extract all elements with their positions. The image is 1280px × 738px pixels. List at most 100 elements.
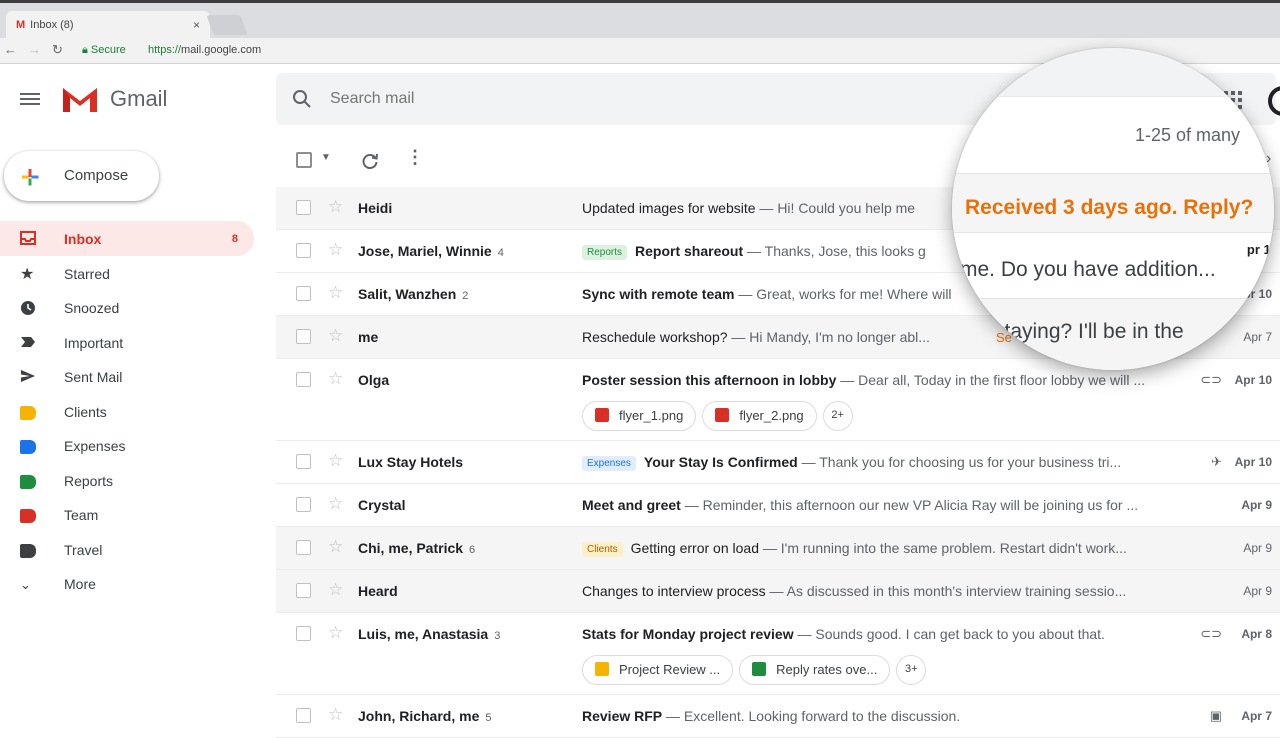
sidebar-item-expenses[interactable]: Expenses: [0, 428, 254, 463]
attachment-chip[interactable]: flyer_1.png: [582, 401, 697, 431]
sidebar-item-starred[interactable]: ★ Starred: [0, 256, 254, 291]
email-row[interactable]: ☆ Lux Stay Hotels Expenses Your Stay Is Con…: [276, 441, 1280, 484]
row-checkbox[interactable]: [296, 243, 311, 258]
reload-icon[interactable]: ↻: [52, 42, 63, 58]
browser-tabstrip: M Inbox (8) ×: [0, 0, 1280, 41]
star-icon[interactable]: ☆: [328, 623, 343, 643]
gmail-logo-icon[interactable]: [60, 84, 100, 114]
magnified-pagination: 1-25 of many: [1135, 125, 1241, 145]
sidebar-item-team[interactable]: Team: [0, 497, 254, 532]
sender-names: Chi, me, Patrick: [358, 540, 464, 556]
sidebar-item-label: Travel: [64, 541, 103, 558]
label-icon: [20, 405, 36, 420]
label-chip[interactable]: Expenses: [582, 456, 636, 471]
select-dropdown-icon[interactable]: ▼: [321, 152, 331, 163]
row-checkbox[interactable]: [296, 454, 311, 469]
label-icon: [20, 440, 36, 454]
sidebar-item-snoozed[interactable]: Snoozed: [0, 290, 254, 325]
new-tab-button[interactable]: [206, 15, 248, 35]
select-all-checkbox[interactable]: [296, 152, 312, 168]
row-checkbox[interactable]: [296, 583, 311, 598]
subject-line: Expenses Your Stay Is Confirmed — Thank y…: [582, 454, 1202, 471]
sender: Chi, me, Patrick 6: [358, 540, 558, 556]
email-row[interactable]: ☆ Luis, me, Anastasia 3 Stats for Monday pr…: [276, 613, 1280, 695]
more-attachments-chip[interactable]: 2+: [822, 401, 853, 431]
subject: Poster session this afternoon in lobby: [582, 372, 837, 388]
sidebar-item-clients[interactable]: Clients: [0, 394, 254, 429]
sidebar-item-reports[interactable]: Reports: [0, 463, 254, 498]
reply-nudge[interactable]: Received 3 days ago. Reply?: [965, 196, 1253, 220]
subject: Review RFP: [582, 708, 663, 724]
row-checkbox[interactable]: [296, 329, 311, 344]
magnified-snippet: staying? I'll be in the: [994, 320, 1184, 343]
sender: Olga: [358, 372, 558, 388]
attachment-chip[interactable]: Project Review ...: [582, 655, 734, 685]
star-icon[interactable]: ☆: [328, 326, 343, 346]
attachment-chip[interactable]: Reply rates ove...: [739, 655, 891, 685]
compose-button[interactable]: Compose: [4, 151, 159, 201]
sidebar-item-more[interactable]: ⌄ More: [0, 566, 254, 601]
star-icon[interactable]: ☆: [328, 705, 343, 725]
magnified-snippet: me. Do you have addition...: [960, 258, 1216, 281]
email-row[interactable]: ☆ Olga Poster session this afternoon in lo…: [276, 359, 1280, 441]
more-attachments-chip[interactable]: 3+: [896, 655, 927, 685]
sidebar-item-travel[interactable]: Travel: [0, 532, 254, 567]
more-options-icon[interactable]: ⋮: [406, 148, 424, 166]
forward-icon[interactable]: →: [28, 42, 41, 57]
sidebar-item-inbox[interactable]: Inbox 8: [0, 221, 254, 256]
received-date: Apr 10: [1234, 455, 1272, 469]
search-input[interactable]: [330, 87, 930, 111]
email-row[interactable]: ☆ Heard Changes to interview process — As …: [276, 570, 1280, 613]
row-checkbox[interactable]: [296, 372, 311, 387]
sidebar-nav: Inbox 8 ★ Starred Snoozed Important Sent Mail C…: [0, 221, 270, 601]
row-checkbox[interactable]: [296, 708, 311, 723]
attachment-chip[interactable]: flyer_2.png: [702, 401, 817, 431]
tab-title: Inbox (8): [30, 19, 74, 31]
email-row[interactable]: ☆ Chi, me, Patrick 6 Clients Getting error o…: [276, 527, 1280, 570]
star-icon[interactable]: ☆: [328, 494, 343, 514]
compose-label: Compose: [64, 167, 129, 184]
sender: John, Richard, me 5: [358, 708, 558, 724]
sender: Jose, Mariel, Winnie 4: [358, 243, 558, 259]
close-tab-icon[interactable]: ×: [193, 18, 200, 32]
star-icon[interactable]: ☆: [328, 537, 343, 557]
snippet: — Thanks, Jose, this looks g: [743, 243, 926, 259]
sidebar-item-label: More: [64, 576, 96, 592]
snippet: — Reminder, this afternoon our new VP Al…: [680, 497, 1139, 513]
sidebar-item-sent-mail[interactable]: Sent Mail: [0, 359, 254, 394]
back-icon[interactable]: ←: [4, 42, 17, 57]
url-field[interactable]: https://mail.google.com: [148, 44, 261, 56]
label-chip[interactable]: Reports: [582, 245, 628, 260]
star-icon[interactable]: ☆: [328, 580, 343, 600]
row-checkbox[interactable]: [296, 540, 311, 555]
search-icon[interactable]: [292, 89, 312, 109]
sender-names: Heidi: [358, 200, 393, 216]
star-icon[interactable]: ☆: [328, 240, 343, 260]
refresh-icon[interactable]: [361, 152, 379, 170]
url-host: mail.google.com: [181, 44, 262, 56]
sidebar-item-label: Important: [64, 334, 124, 351]
attachment-name: flyer_2.png: [739, 408, 804, 423]
star-icon[interactable]: ☆: [328, 451, 343, 471]
email-row[interactable]: ☆ Crystal Meet and greet — Reminder, this …: [276, 484, 1280, 527]
star-icon[interactable]: ☆: [328, 283, 343, 303]
star-icon[interactable]: ☆: [328, 197, 343, 217]
main-menu-icon[interactable]: [20, 90, 40, 110]
snippet: — Great, works for me! Where will: [734, 286, 952, 302]
email-row[interactable]: ☆ John, Richard, me 5 Review RFP — Excellen…: [276, 695, 1280, 738]
brand-name: Gmail: [110, 86, 168, 111]
browser-tab[interactable]: M Inbox (8) ×: [6, 11, 210, 41]
sidebar-item-important[interactable]: Important: [0, 325, 254, 360]
row-checkbox[interactable]: [296, 200, 311, 215]
chevron-down-icon: ⌄: [20, 577, 31, 592]
label-chip[interactable]: Clients: [582, 542, 623, 557]
inbox-icon: [20, 231, 36, 245]
star-icon[interactable]: ☆: [328, 369, 343, 389]
row-checkbox[interactable]: [296, 497, 311, 512]
row-checkbox[interactable]: [296, 626, 311, 641]
secure-indicator[interactable]: 🔒︎ Secure: [82, 44, 126, 57]
subject: Report shareout: [635, 243, 744, 259]
file-icon: [715, 408, 730, 422]
sender: Luis, me, Anastasia 3: [358, 626, 558, 642]
row-checkbox[interactable]: [296, 286, 311, 301]
